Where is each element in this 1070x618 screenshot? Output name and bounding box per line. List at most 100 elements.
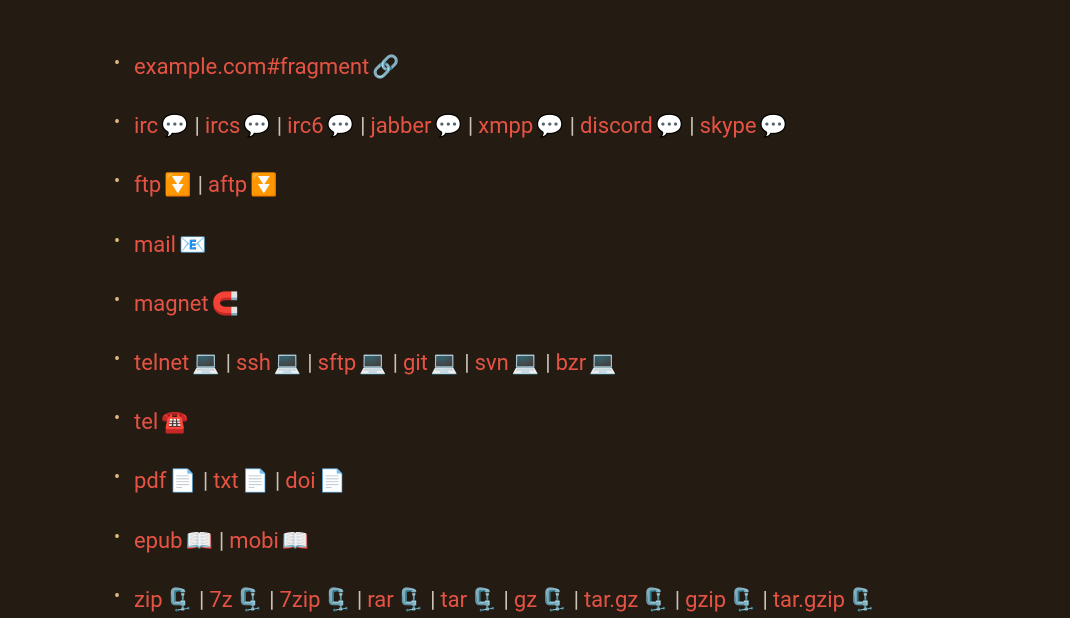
separator: | [360,114,365,139]
link-doi-icon: 📄 [319,469,346,494]
link-irc[interactable]: irc [134,114,158,139]
link-tar[interactable]: tar [440,588,467,613]
link-skype-icon: 💬 [760,114,787,139]
list-item: mail📧 [100,228,1070,263]
list-item: example.com#fragment🔗 [100,50,1070,85]
link-sftp-icon: 💻 [359,351,386,376]
link-mobi-label: mobi [229,529,279,554]
link-7zip-icon: 🗜️ [323,588,350,613]
link-tar-icon: 🗜️ [470,588,497,613]
link-pdf[interactable]: pdf [134,469,166,494]
separator: | [307,351,312,376]
link-svn-label: svn [475,351,509,376]
separator: | [430,588,435,613]
link-7z-label: 7z [209,588,232,613]
separator: | [198,173,203,198]
list-item: ftp⏬|aftp⏬ [100,168,1070,203]
separator: | [574,588,579,613]
link-ircs[interactable]: ircs [205,114,240,139]
link-txt[interactable]: txt [213,469,238,494]
separator: | [277,114,282,139]
link-xmpp-icon: 💬 [536,114,563,139]
link-telnet-icon: 💻 [192,351,219,376]
link-ftp[interactable]: ftp [134,173,161,198]
separator: | [226,351,231,376]
separator: | [504,588,509,613]
link-xmpp[interactable]: xmpp [478,114,533,139]
link-tel-label: tel [134,410,158,435]
link-discord-label: discord [580,114,653,139]
separator: | [464,351,469,376]
separator: | [393,351,398,376]
link-sftp[interactable]: sftp [318,351,357,376]
link-aftp[interactable]: aftp [208,173,247,198]
link-git-icon: 💻 [431,351,458,376]
link-7z[interactable]: 7z [209,588,232,613]
link-fragment-label: example.com#fragment [134,55,369,80]
list-item: telnet💻|ssh💻|sftp💻|git💻|svn💻|bzr💻 [100,346,1070,381]
link-git[interactable]: git [403,351,428,376]
link-pdf-icon: 📄 [169,469,196,494]
link-telnet[interactable]: telnet [134,351,189,376]
link-tel[interactable]: tel [134,410,158,435]
separator: | [269,588,274,613]
link-skype[interactable]: skype [700,114,757,139]
link-epub-label: epub [134,529,183,554]
link-gz-icon: 🗜️ [540,588,567,613]
link-fragment[interactable]: example.com#fragment [134,55,369,80]
list-item: epub📖|mobi📖 [100,524,1070,559]
link-jabber[interactable]: jabber [370,114,431,139]
link-aftp-label: aftp [208,173,247,198]
link-mail[interactable]: mail [134,233,176,258]
separator: | [199,588,204,613]
link-irc6-label: irc6 [287,114,323,139]
separator: | [689,114,694,139]
link-txt-icon: 📄 [242,469,269,494]
link-irc6-icon: 💬 [327,114,354,139]
list-item: irc💬|ircs💬|irc6💬|jabber💬|xmpp💬|discord💬|… [100,109,1070,144]
link-jabber-icon: 💬 [435,114,462,139]
list-item: tel☎️ [100,405,1070,440]
link-tar-label: tar [440,588,467,613]
link-magnet-icon: 🧲 [212,292,239,317]
link-targzip[interactable]: tar.gzip [773,588,845,613]
link-gzip-label: gzip [685,588,726,613]
link-ssh-icon: 💻 [274,351,301,376]
separator: | [545,351,550,376]
link-mobi[interactable]: mobi [229,529,279,554]
link-irc-label: irc [134,114,158,139]
link-mobi-icon: 📖 [282,529,309,554]
link-ftp-icon: ⏬ [164,173,191,198]
link-epub-icon: 📖 [186,529,213,554]
link-bzr[interactable]: bzr [556,351,587,376]
link-magnet-label: magnet [134,292,209,317]
separator: | [195,114,200,139]
link-targzip-icon: 🗜️ [848,588,875,613]
link-ssh[interactable]: ssh [236,351,271,376]
link-discord[interactable]: discord [580,114,653,139]
link-rar[interactable]: rar [367,588,393,613]
link-gz[interactable]: gz [514,588,537,613]
link-epub[interactable]: epub [134,529,183,554]
link-7zip[interactable]: 7zip [279,588,320,613]
link-magnet[interactable]: magnet [134,292,209,317]
link-7z-icon: 🗜️ [236,588,263,613]
link-targzip-label: tar.gzip [773,588,845,613]
separator: | [762,588,767,613]
link-gzip[interactable]: gzip [685,588,726,613]
separator: | [570,114,575,139]
link-zip[interactable]: zip [134,588,163,613]
link-svn[interactable]: svn [475,351,509,376]
separator: | [357,588,362,613]
link-discord-icon: 💬 [656,114,683,139]
link-xmpp-label: xmpp [478,114,533,139]
link-pdf-label: pdf [134,469,166,494]
link-targz[interactable]: tar.gz [584,588,638,613]
link-aftp-icon: ⏬ [250,173,277,198]
link-irc6[interactable]: irc6 [287,114,323,139]
list-item: zip🗜️|7z🗜️|7zip🗜️|rar🗜️|tar🗜️|gz🗜️|tar.g… [100,583,1070,618]
link-doi[interactable]: doi [285,469,315,494]
list-item: pdf📄|txt📄|doi📄 [100,464,1070,499]
link-rar-label: rar [367,588,393,613]
separator: | [203,469,208,494]
